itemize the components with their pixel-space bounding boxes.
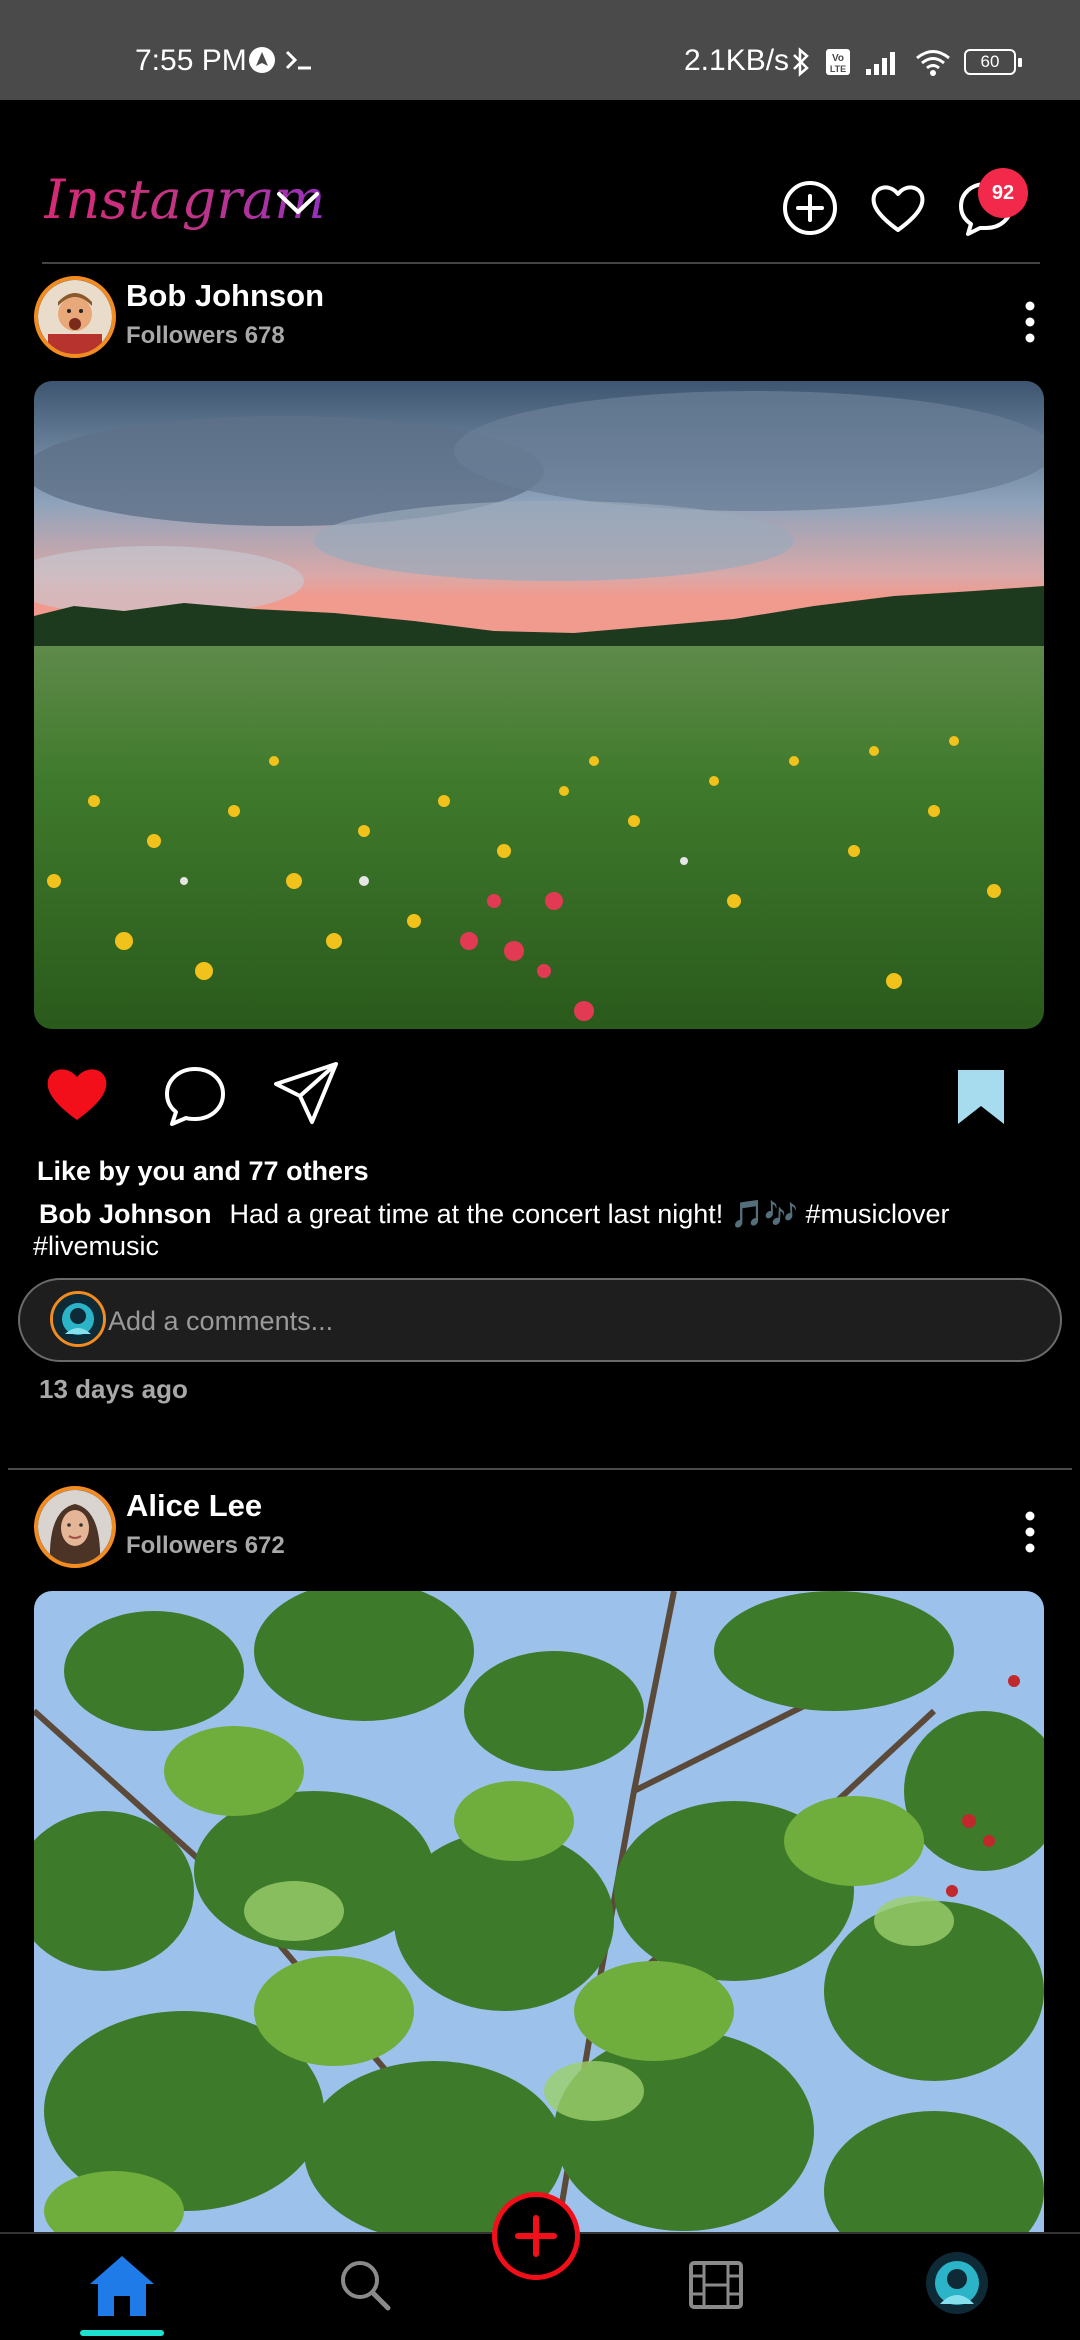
navigation-icon: [249, 47, 275, 73]
nav-home[interactable]: [80, 2240, 164, 2330]
chevron-down-icon[interactable]: [275, 188, 321, 218]
caption-author[interactable]: Bob Johnson: [39, 1199, 211, 1229]
battery-icon: 60: [964, 49, 1022, 75]
signal-icon: [866, 52, 895, 75]
share-send-icon[interactable]: [272, 1060, 340, 1126]
post-actions: [0, 1058, 1080, 1138]
app-header: Instagram: [0, 160, 1080, 262]
comment-icon[interactable]: [162, 1064, 228, 1128]
status-left-icons: [248, 46, 314, 74]
svg-text:Vo: Vo: [832, 53, 844, 64]
post-header: Alice Lee Followers 672: [0, 1486, 1080, 1576]
wifi-icon: [916, 50, 950, 76]
network-speed: 2.1KB/s: [684, 44, 790, 77]
profile-avatar[interactable]: [926, 2252, 988, 2314]
likes-count[interactable]: Like by you and 77 others: [37, 1156, 369, 1187]
add-post-button[interactable]: [492, 2192, 580, 2280]
svg-text:LTE: LTE: [830, 64, 846, 74]
bluetooth-icon: [793, 47, 809, 77]
avatar[interactable]: [34, 1486, 116, 1568]
terminal-icon: [285, 50, 311, 70]
more-options-icon[interactable]: [1012, 298, 1048, 346]
post-author[interactable]: Alice Lee: [126, 1488, 262, 1524]
add-circle-icon[interactable]: [780, 178, 840, 238]
user-avatar: [50, 1291, 106, 1347]
post-header: Bob Johnson Followers 678: [0, 276, 1080, 366]
more-options-icon[interactable]: [1012, 1508, 1048, 1556]
post-image[interactable]: [34, 1591, 1044, 2251]
status-right-icons: Vo LTE 60: [790, 46, 1022, 78]
post-author[interactable]: Bob Johnson: [126, 278, 324, 314]
post-image[interactable]: [34, 381, 1044, 1029]
followers-count: Followers 678: [126, 322, 285, 349]
notification-badge: 92: [978, 168, 1028, 218]
add-icon: [515, 2215, 557, 2257]
followers-count: Followers 672: [126, 1532, 285, 1559]
home-icon: [90, 2256, 154, 2316]
heart-icon[interactable]: [868, 178, 928, 238]
reels-icon[interactable]: [688, 2260, 744, 2310]
active-tab-indicator: [80, 2330, 164, 2336]
volte-icon: VoLTE: [826, 49, 850, 75]
avatar[interactable]: [34, 276, 116, 358]
header-divider: [42, 262, 1040, 264]
post-divider: [8, 1468, 1072, 1470]
bookmark-icon[interactable]: [954, 1066, 1008, 1128]
post-time: 13 days ago: [39, 1374, 188, 1404]
post-caption: Bob Johnson Had a great time at the conce…: [33, 1198, 1023, 1262]
like-heart-icon[interactable]: [44, 1064, 110, 1124]
status-bar: 7:55 PM 2.1KB/s Vo LTE 60: [0, 0, 1080, 100]
comment-box: [18, 1278, 1062, 1362]
comment-input[interactable]: [108, 1296, 1008, 1346]
status-time: 7:55 PM: [135, 44, 247, 77]
search-icon[interactable]: [336, 2256, 392, 2312]
